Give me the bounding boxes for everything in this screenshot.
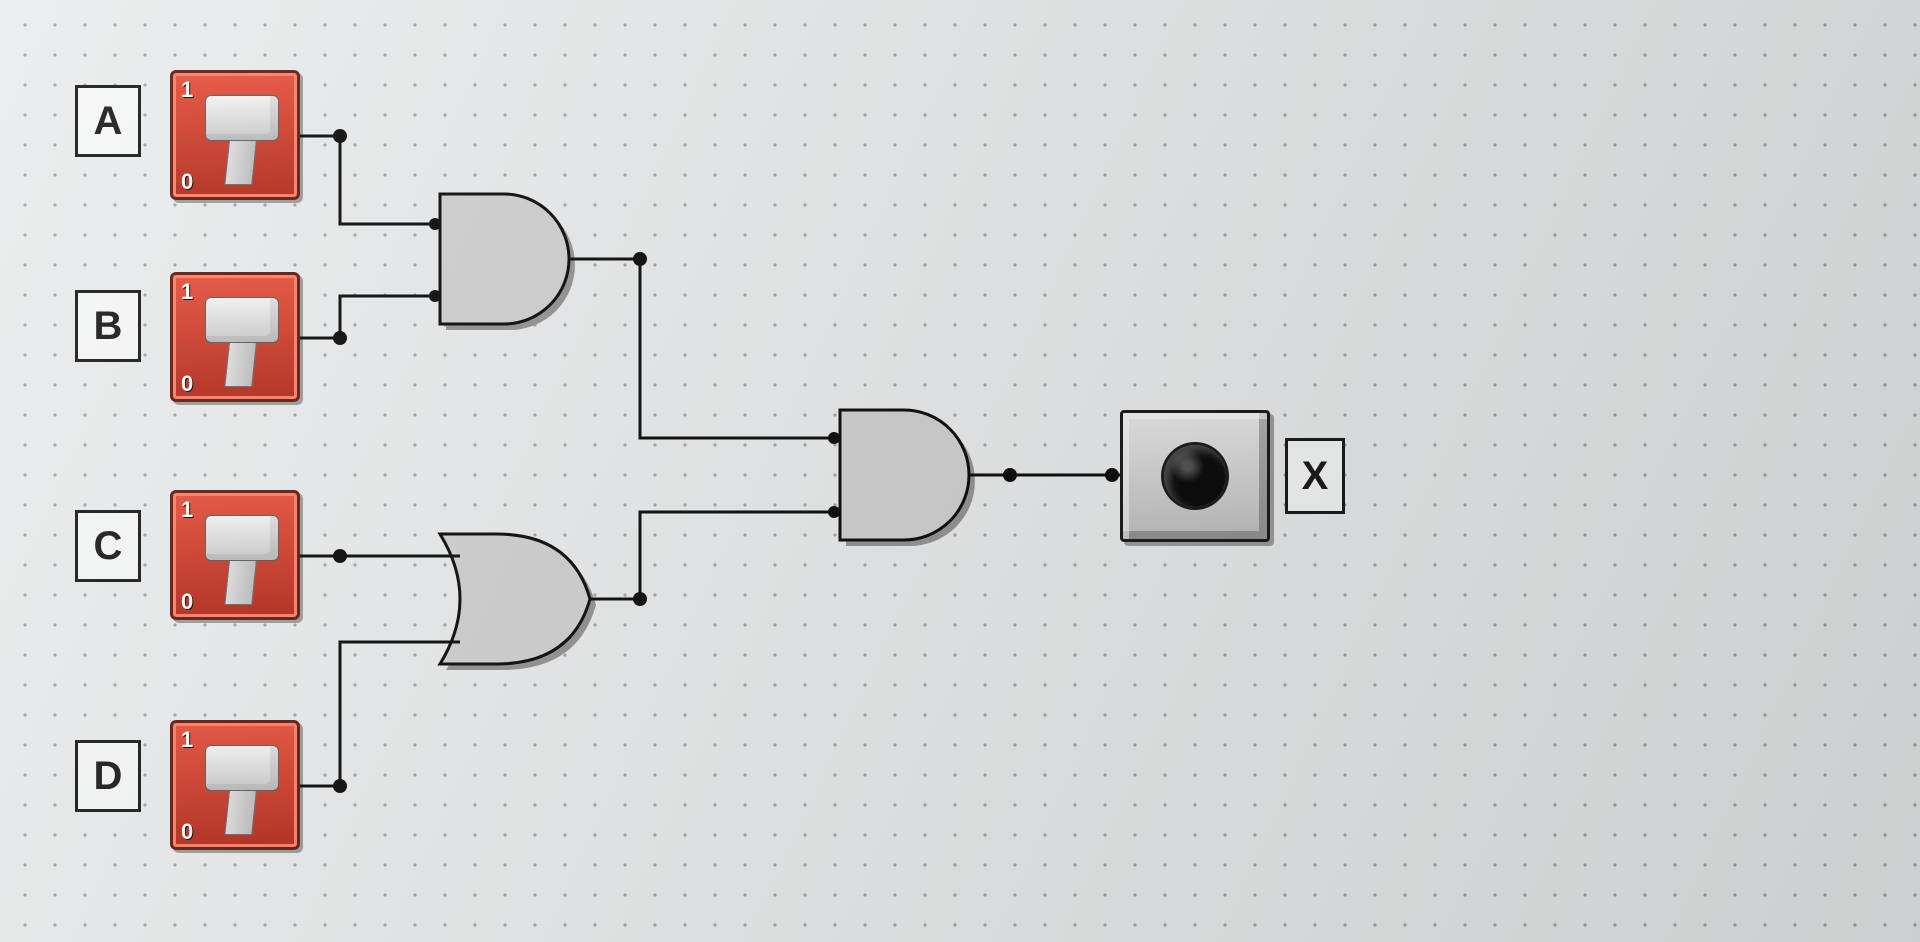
input-label-b: B — [75, 290, 141, 362]
input-label-c: C — [75, 510, 141, 582]
switch-hi-label: 1 — [181, 727, 193, 753]
switch-b[interactable]: 1 0 — [170, 272, 300, 402]
switch-lo-label: 0 — [181, 371, 193, 397]
switch-lo-label: 0 — [181, 169, 193, 195]
switch-lever-icon — [199, 289, 279, 389]
switch-hi-label: 1 — [181, 497, 193, 523]
lamp-bulb-icon — [1164, 445, 1226, 507]
switch-lever-icon — [199, 87, 279, 187]
input-label-a: A — [75, 85, 141, 157]
switch-lever-icon — [199, 737, 279, 837]
switch-c[interactable]: 1 0 — [170, 490, 300, 620]
switch-lo-label: 0 — [181, 589, 193, 615]
switch-hi-label: 1 — [181, 77, 193, 103]
circuit-canvas[interactable]: A B C D X 1 0 1 0 1 0 1 0 — [0, 0, 1920, 942]
and-gate-g1[interactable] — [440, 194, 575, 330]
input-label-d: D — [75, 740, 141, 812]
switch-hi-label: 1 — [181, 279, 193, 305]
switch-d[interactable]: 1 0 — [170, 720, 300, 850]
output-label-x: X — [1285, 438, 1345, 514]
switch-a[interactable]: 1 0 — [170, 70, 300, 200]
and-gate-g3[interactable] — [840, 410, 975, 546]
or-gate-g2[interactable] — [440, 534, 596, 670]
switch-lever-icon — [199, 507, 279, 607]
switch-lo-label: 0 — [181, 819, 193, 845]
output-lamp — [1120, 410, 1270, 542]
